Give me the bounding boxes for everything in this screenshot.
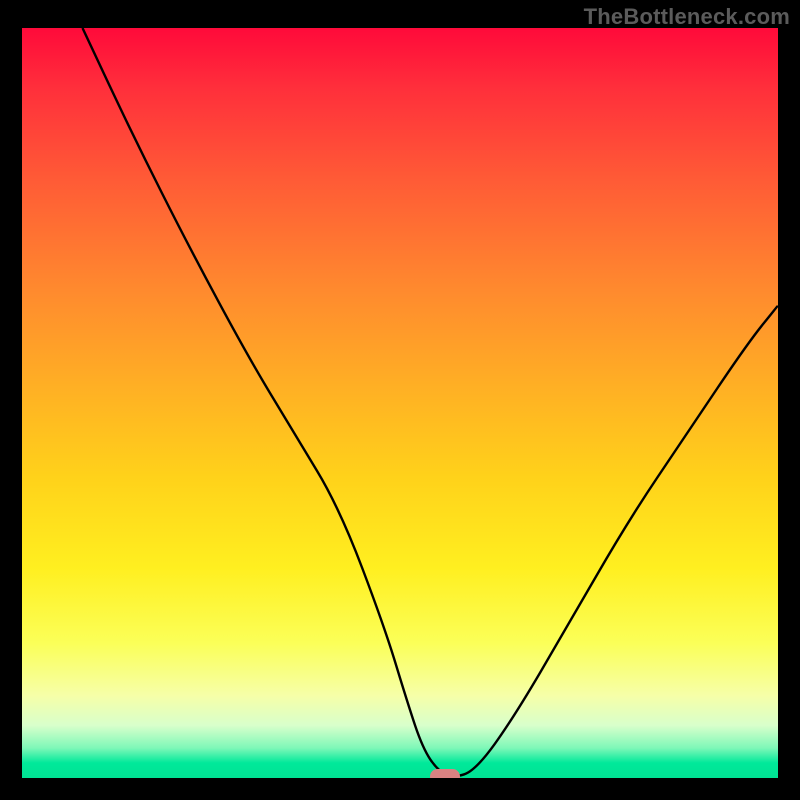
- plot-area: [22, 28, 778, 778]
- bottleneck-curve: [22, 28, 778, 778]
- curve-line: [83, 28, 779, 776]
- watermark-text: TheBottleneck.com: [584, 4, 790, 30]
- optimum-marker: [430, 769, 460, 778]
- chart-frame: TheBottleneck.com: [0, 0, 800, 800]
